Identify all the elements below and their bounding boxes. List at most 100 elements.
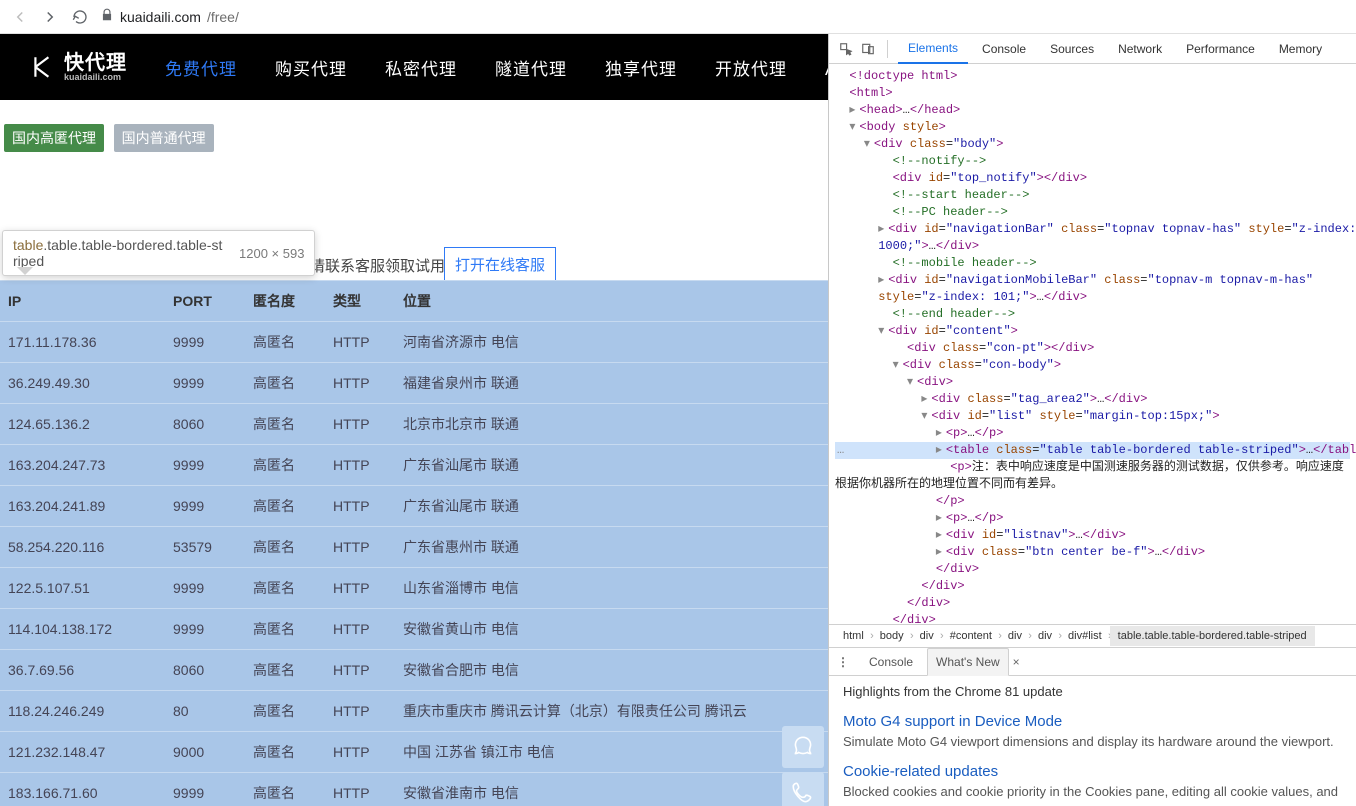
tag-normal[interactable]: 国内普通代理 [114,124,214,152]
table-row: 122.5.107.519999高匿名HTTP山东省淄博市 电信 [0,568,828,609]
news-title[interactable]: Moto G4 support in Device Mode [843,713,1342,730]
cell: 高匿名 [245,650,325,691]
cell: 9999 [165,363,245,404]
cell: 高匿名 [245,691,325,732]
cell: 高匿名 [245,404,325,445]
table-row: 36.7.69.568060高匿名HTTP安徽省合肥市 电信 [0,650,828,691]
inspect-tooltip: table.table.table-bordered.table-striped… [2,230,315,276]
crumb-item[interactable]: html [835,626,872,646]
drawer-tab-whatsnew[interactable]: What's New [927,648,1009,676]
th-port: PORT [165,281,245,322]
close-icon[interactable]: × [1013,655,1020,669]
cell: 9999 [165,568,245,609]
cell: 36.7.69.56 [0,650,165,691]
cell: 高匿名 [245,732,325,773]
cell: HTTP [325,650,395,691]
table-row: 118.24.246.24980高匿名HTTP重庆市重庆市 腾讯云计算（北京）有… [0,691,828,732]
tab-sources[interactable]: Sources [1040,35,1104,63]
crumb-item[interactable]: #content [942,626,1000,646]
table-row: 163.204.241.899999高匿名HTTP广东省汕尾市 联通 [0,486,828,527]
tab-network[interactable]: Network [1108,35,1172,63]
table-row: 114.104.138.1729999高匿名HTTP安徽省黄山市 电信 [0,609,828,650]
crumb-item[interactable]: div [1030,626,1060,646]
cell: HTTP [325,527,395,568]
crumb-item[interactable]: body [872,626,912,646]
th-ip: IP [0,281,165,322]
cell: HTTP [325,363,395,404]
cell: 广东省汕尾市 联通 [395,445,828,486]
tab-elements[interactable]: Elements [898,34,968,64]
cell: 山东省淄博市 电信 [395,568,828,609]
crumb-item[interactable]: div [912,626,942,646]
open-chat-button[interactable]: 打开在线客服 [444,247,556,282]
cell: 118.24.246.249 [0,691,165,732]
cell: 9999 [165,609,245,650]
table-row: 58.254.220.11653579高匿名HTTP广东省惠州市 联通 [0,527,828,568]
drawer-tab-console[interactable]: Console [861,649,921,675]
news-desc: Simulate Moto G4 viewport dimensions and… [843,734,1342,749]
cell: 高匿名 [245,609,325,650]
cell: HTTP [325,486,395,527]
cell: HTTP [325,691,395,732]
cell: HTTP [325,568,395,609]
cell: 53579 [165,527,245,568]
dom-tree[interactable]: <!doctype html> <html> ▸<head>…</head> ▾… [829,64,1356,624]
tab-console[interactable]: Console [972,35,1036,63]
cell: HTTP [325,445,395,486]
cell: HTTP [325,732,395,773]
proxy-table: IP PORT 匿名度 类型 位置 171.11.178.369999高匿名HT… [0,280,828,806]
cell: 河南省济源市 电信 [395,322,828,363]
cell: 高匿名 [245,568,325,609]
contact-phone-button[interactable] [782,772,824,806]
cell: 8060 [165,404,245,445]
crumb-item-selected[interactable]: table.table.table-bordered.table-striped [1110,626,1315,646]
cell: 36.249.49.30 [0,363,165,404]
cell: 高匿名 [245,773,325,806]
back-icon[interactable] [10,7,30,27]
browser-toolbar: kuaidaili.com/free/ [0,0,1356,34]
highlighted-class: "table table-bordered table-striped" [1039,443,1298,457]
nav-buy[interactable]: 购买代理 [275,55,347,80]
brand-name: 快代理 [64,53,127,73]
site-logo[interactable]: 快代理 kuaidaili.com [30,53,127,82]
nav-private[interactable]: 私密代理 [385,55,457,80]
nav-free[interactable]: 免费代理 [165,55,237,80]
cell: 广东省惠州市 联通 [395,527,828,568]
tag-anon[interactable]: 国内高匿代理 [4,124,104,152]
tab-memory[interactable]: Memory [1269,35,1332,63]
cell: 58.254.220.116 [0,527,165,568]
drawer-more-icon[interactable]: ⋮ [837,655,849,669]
dom-breadcrumb[interactable]: html body div #content div div div#list … [829,624,1356,648]
cell: HTTP [325,773,395,806]
cell: 122.5.107.51 [0,568,165,609]
nav-open[interactable]: 开放代理 [715,55,787,80]
tab-performance[interactable]: Performance [1176,35,1265,63]
url-path: /free/ [207,9,239,25]
cell: 9999 [165,445,245,486]
crumb-item[interactable]: div#list [1060,626,1110,646]
devtools-panel: Elements Console Sources Network Perform… [828,34,1356,806]
reload-icon[interactable] [70,7,90,27]
cell: 高匿名 [245,322,325,363]
address-bar[interactable]: kuaidaili.com/free/ [100,8,239,25]
trial-notice: P请联系客服领取试用。 [300,255,460,276]
cell: HTTP [325,404,395,445]
cell: 163.204.241.89 [0,486,165,527]
th-type: 类型 [325,281,395,322]
cell: 高匿名 [245,363,325,404]
nav-tunnel[interactable]: 隧道代理 [495,55,567,80]
cell: 124.65.136.2 [0,404,165,445]
crumb-item[interactable]: div [1000,626,1030,646]
contact-qq-button[interactable] [782,726,824,768]
news-title[interactable]: Cookie-related updates [843,763,1342,780]
cell: 中国 江苏省 镇江市 电信 [395,732,828,773]
proxy-table-highlight: IP PORT 匿名度 类型 位置 171.11.178.369999高匿名HT… [0,280,828,806]
cell: HTTP [325,609,395,650]
forward-icon[interactable] [40,7,60,27]
table-row: 36.249.49.309999高匿名HTTP福建省泉州市 联通 [0,363,828,404]
nav-dedicate[interactable]: 独享代理 [605,55,677,80]
inspect-icon[interactable] [837,40,855,58]
news-desc: Blocked cookies and cookie priority in t… [843,784,1342,799]
cell: HTTP [325,322,395,363]
device-icon[interactable] [859,40,877,58]
